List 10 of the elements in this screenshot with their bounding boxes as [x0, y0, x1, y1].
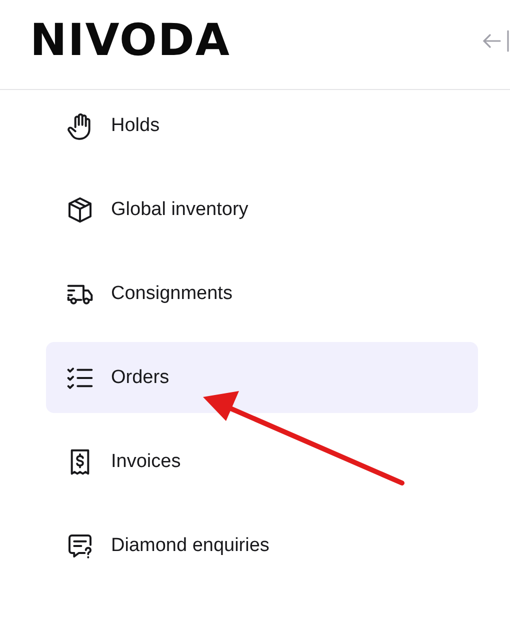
collapse-icon[interactable]	[480, 30, 510, 52]
box-icon	[66, 196, 94, 224]
nav-item[interactable]: Diamond enquiries	[46, 510, 478, 581]
logo: NIVODA	[30, 15, 230, 66]
chat-icon	[66, 532, 94, 560]
nav-item[interactable]: Invoices	[46, 426, 478, 497]
nav-item[interactable]: Holds	[46, 90, 478, 161]
nav-item[interactable]: Consignments	[46, 258, 478, 329]
nav-item[interactable]: Global inventory	[46, 174, 478, 245]
nav-item[interactable]: Orders	[46, 342, 478, 413]
